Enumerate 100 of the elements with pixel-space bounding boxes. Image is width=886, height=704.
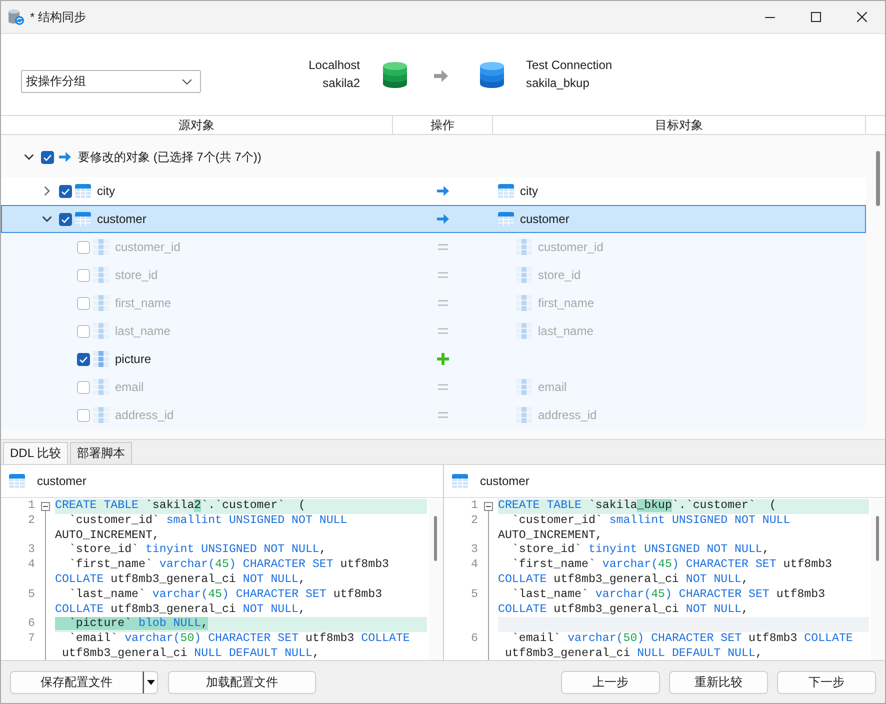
arrow-right-icon [437,214,449,224]
code-line: utf8mb3_general_ci NULL DEFAULT NULL, [504,646,764,660]
column-icon [516,239,532,255]
fold-toggle[interactable] [484,502,493,511]
equals-icon [438,272,448,278]
tree-row[interactable]: customer customer [1,205,866,233]
equals-icon [438,244,448,250]
column-icon [93,267,109,283]
checkbox[interactable] [77,352,90,366]
fold-toggle[interactable] [41,502,50,511]
database-name: sakila_bkup [526,75,590,92]
checkbox[interactable] [59,212,72,226]
target-name: address_id [538,408,597,422]
action-button[interactable]: 保存配置文件 [10,670,143,694]
checkbox[interactable] [77,268,90,282]
column-icon [516,407,532,423]
object-name: city [97,184,115,198]
table-icon [452,474,468,488]
table-icon [9,474,25,488]
chevron-down-icon[interactable] [42,216,52,222]
line-number: 4 [28,558,35,572]
pane-title: customer [37,474,86,488]
column-icon [93,295,109,311]
column-icon [516,323,532,339]
target-name: email [538,380,567,394]
chevron-right-icon[interactable] [44,186,50,196]
tab[interactable]: DDL 比较 [3,442,68,464]
column-header: 操作 [393,116,493,134]
menu-arrow-button[interactable] [143,670,158,694]
object-name: customer_id [115,240,180,254]
code-line: utf8mb3_general_ci NULL DEFAULT NULL, [60,646,320,660]
target-name: store_id [538,268,581,282]
line-number: 1 [28,499,35,512]
checkbox[interactable] [77,380,90,394]
target-name: customer [520,212,570,226]
code-line: COLLATE utf8mb3_general_ci NOT NULL, [498,572,750,588]
line-number: 6 [471,632,478,646]
code-line: COLLATE utf8mb3_general_ci NOT NULL, [498,602,750,618]
arrow-right-icon [437,186,449,196]
line-number: 2 [28,514,35,527]
object-name: customer [97,212,146,226]
arrow-right-icon [59,152,71,162]
column-header: 源对象 [1,116,393,134]
code-line: `email` varchar(50) CHARACTER SET utf8mb3 COLLATE [510,632,854,647]
checkbox[interactable] [59,184,72,198]
object-name: store_id [115,268,158,282]
database-icon [480,62,504,88]
tree-row[interactable]: picture [1,345,866,373]
checkbox[interactable] [77,240,90,254]
code-line: `first_name` varchar(45) CHARACTER SET utf8mb3 [68,558,390,573]
scrollbar-thumb[interactable] [876,151,880,206]
tree-row[interactable]: 要修改的对象 (已选择 7个(共 7个)) [1,143,866,171]
tree-row[interactable]: city city [1,177,866,205]
action-button[interactable]: 下一步 [777,670,876,694]
code-line: `store_id` tinyint UNSIGNED NOT NULL, [510,543,770,558]
scrollbar-thumb[interactable] [434,516,437,561]
line-number: 5 [471,588,478,601]
code-line: `customer_id` smallint UNSIGNED NOT NULL [510,514,792,529]
code-line: `customer_id` smallint UNSIGNED NOT NULL [68,514,348,529]
table-icon [498,212,514,226]
action-button[interactable]: 上一步 [561,670,660,694]
checkbox[interactable] [77,296,90,310]
line-number: 3 [471,543,478,556]
checkbox[interactable] [77,324,90,338]
window-title: * 结构同步 [30,8,86,26]
column-icon [516,295,532,311]
code-line: `last_name` varchar(45) CHARACTER SET utf8mb3 [68,588,384,603]
arrow-right-icon [434,70,448,82]
table-icon [75,184,91,198]
equals-icon [438,328,448,334]
database-icon [383,62,407,88]
checkbox[interactable] [77,408,90,422]
maximize-icon[interactable] [811,12,821,22]
equals-icon [438,300,448,306]
column-header: 目标对象 [493,116,866,134]
table-icon [498,184,514,198]
action-button[interactable]: 加载配置文件 [168,670,316,694]
group-by-dropdown[interactable]: 按操作分组 [21,70,201,93]
column-icon [93,239,109,255]
code-line: AUTO_INCREMENT, [55,528,160,544]
code-line: AUTO_INCREMENT, [498,528,604,544]
checkbox[interactable] [41,150,54,164]
connection-name: Localhost [308,57,360,74]
chevron-down-icon[interactable] [24,154,34,160]
plus-icon [437,353,449,365]
object-name: address_id [115,408,174,422]
caret-down-icon [146,680,154,684]
action-button[interactable]: 重新比较 [669,670,768,694]
column-icon [93,351,109,367]
line-number: 2 [471,514,478,527]
scrollbar-thumb[interactable] [876,516,879,561]
target-name: last_name [538,324,594,338]
line-number: 4 [471,558,478,572]
minimize-icon[interactable] [765,16,775,18]
object-name: picture [115,352,152,366]
tab[interactable]: 部署脚本 [70,442,132,464]
column-icon [93,379,109,395]
line-number: 6 [28,617,35,630]
close-icon[interactable] [857,12,867,22]
object-name: email [115,380,144,394]
